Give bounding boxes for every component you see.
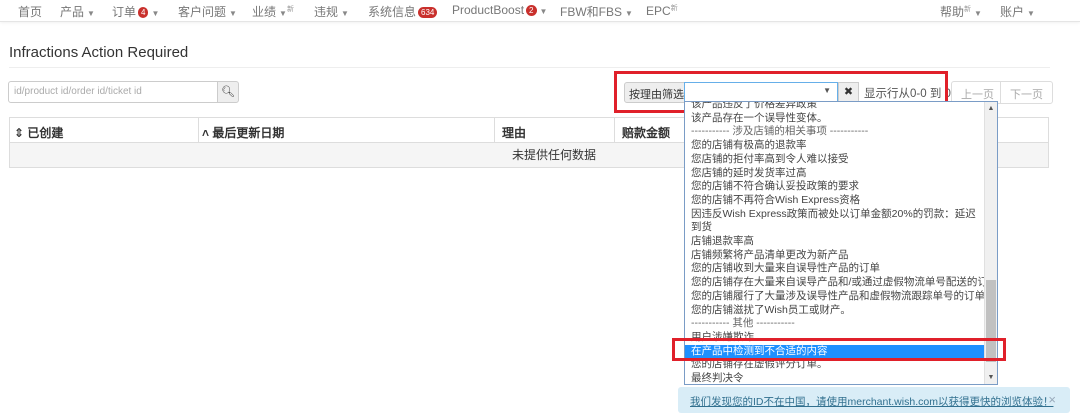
dropdown-option[interactable]: 您的店铺滋扰了Wish员工或财产。: [685, 304, 985, 318]
sort-created[interactable]: ⇕ 已创建: [14, 124, 63, 141]
caret-down-icon: ▼: [279, 9, 287, 18]
nav-item[interactable]: EPC新: [646, 3, 678, 18]
dropdown-option[interactable]: 最终判决令: [685, 372, 985, 384]
caret-down-icon: ▼: [341, 9, 349, 18]
nav-item[interactable]: 客户问题 ▼: [178, 3, 237, 20]
highlight-box: [672, 338, 1006, 361]
close-icon[interactable]: ×: [1048, 392, 1056, 407]
sort-last-updated[interactable]: ˄ 最后更新日期: [202, 124, 284, 141]
page-title: Infractions Action Required: [9, 44, 189, 61]
dropdown-option[interactable]: 您店铺的拒付率高到令人难以接受: [685, 153, 985, 167]
nav-item[interactable]: FBW和FBS ▼: [560, 3, 633, 20]
notice-link[interactable]: 我们发现您的ID不在中国，请使用merchant.wish.com以获得更快的浏…: [690, 394, 1053, 409]
search-input[interactable]: id/product id/order id/ticket id: [8, 81, 218, 103]
nav-item[interactable]: 产品 ▼: [60, 3, 95, 20]
search-icon: 🔍︎: [221, 86, 235, 98]
dropdown-option[interactable]: 因违反Wish Express政策而被处以订单金额20%的罚款：延迟到货: [685, 208, 985, 235]
count-badge: 2: [526, 5, 537, 16]
caret-down-icon: ▼: [229, 9, 237, 18]
dropdown-option[interactable]: 您的店铺不再符合Wish Express资格: [685, 194, 985, 208]
divider: [9, 67, 1050, 68]
caret-down-icon: ▼: [539, 7, 548, 16]
nav-item[interactable]: 业绩 ▼新: [252, 3, 294, 20]
dropdown-option[interactable]: 店铺频繁将产品清单更改为新产品: [685, 249, 985, 263]
nav-item[interactable]: 账户 ▼: [1000, 3, 1035, 20]
nav-item[interactable]: 系统信息 634: [368, 3, 438, 20]
count-badge: 634: [418, 7, 438, 18]
nav-item[interactable]: 违规 ▼: [314, 3, 349, 20]
scroll-down-icon[interactable]: ▼: [985, 374, 997, 381]
dropdown-option[interactable]: ----------- 涉及店铺的相关事项 -----------: [685, 125, 985, 139]
dropdown-option[interactable]: 您的店铺收到大量来自误导性产品的订单: [685, 262, 985, 276]
header-reason: 理由: [502, 126, 527, 140]
dropdown-option[interactable]: 该产品存在一个误导性变体。: [685, 112, 985, 126]
nav-item[interactable]: 帮助新 ▼: [940, 3, 982, 20]
nav-item[interactable]: ProductBoost 2 ▼: [452, 3, 547, 17]
next-page-button[interactable]: 下一页: [1000, 81, 1053, 104]
dropdown-option[interactable]: 该产品违反了价格差异政策: [685, 102, 985, 112]
top-nav: 首页 产品 ▼ 订单 4 ▼ 客户问题 ▼ 业绩 ▼新 违规 ▼ 系统信息 634 ProductBoost…: [0, 0, 1080, 22]
dropdown-option[interactable]: 您的店铺不符合确认妥投政策的要求: [685, 180, 985, 194]
dropdown-option[interactable]: ----------- 其他 -----------: [685, 317, 985, 331]
nav-item[interactable]: 订单 4 ▼: [112, 3, 159, 20]
region-notice: 我们发现您的ID不在中国，请使用merchant.wish.com以获得更快的浏…: [678, 387, 1070, 413]
scroll-up-icon[interactable]: ▲: [985, 105, 997, 112]
dropdown-option[interactable]: 您的店铺存在大量来自误导产品和/或通过虚假物流单号配送的订单: [685, 276, 997, 290]
dropdown-option[interactable]: 店铺退款率高: [685, 235, 985, 249]
dropdown-option[interactable]: 您的店铺有极高的退款率: [685, 139, 985, 153]
caret-down-icon: ▼: [151, 9, 160, 18]
dropdown-option[interactable]: 您的店铺履行了大量涉及误导性产品和虚假物流跟踪单号的订单。: [685, 290, 996, 304]
header-amount: 赔款金额: [622, 126, 671, 140]
caret-down-icon: ▼: [1027, 9, 1035, 18]
nav-item[interactable]: 首页: [18, 3, 42, 20]
search-button[interactable]: 🔍︎: [217, 81, 239, 103]
caret-down-icon: ▼: [625, 9, 633, 18]
count-badge: 4: [138, 7, 149, 18]
caret-down-icon: ▼: [87, 9, 95, 18]
dropdown-option[interactable]: 您店铺的延时发货率过高: [685, 167, 985, 181]
caret-down-icon: ▼: [974, 9, 982, 18]
